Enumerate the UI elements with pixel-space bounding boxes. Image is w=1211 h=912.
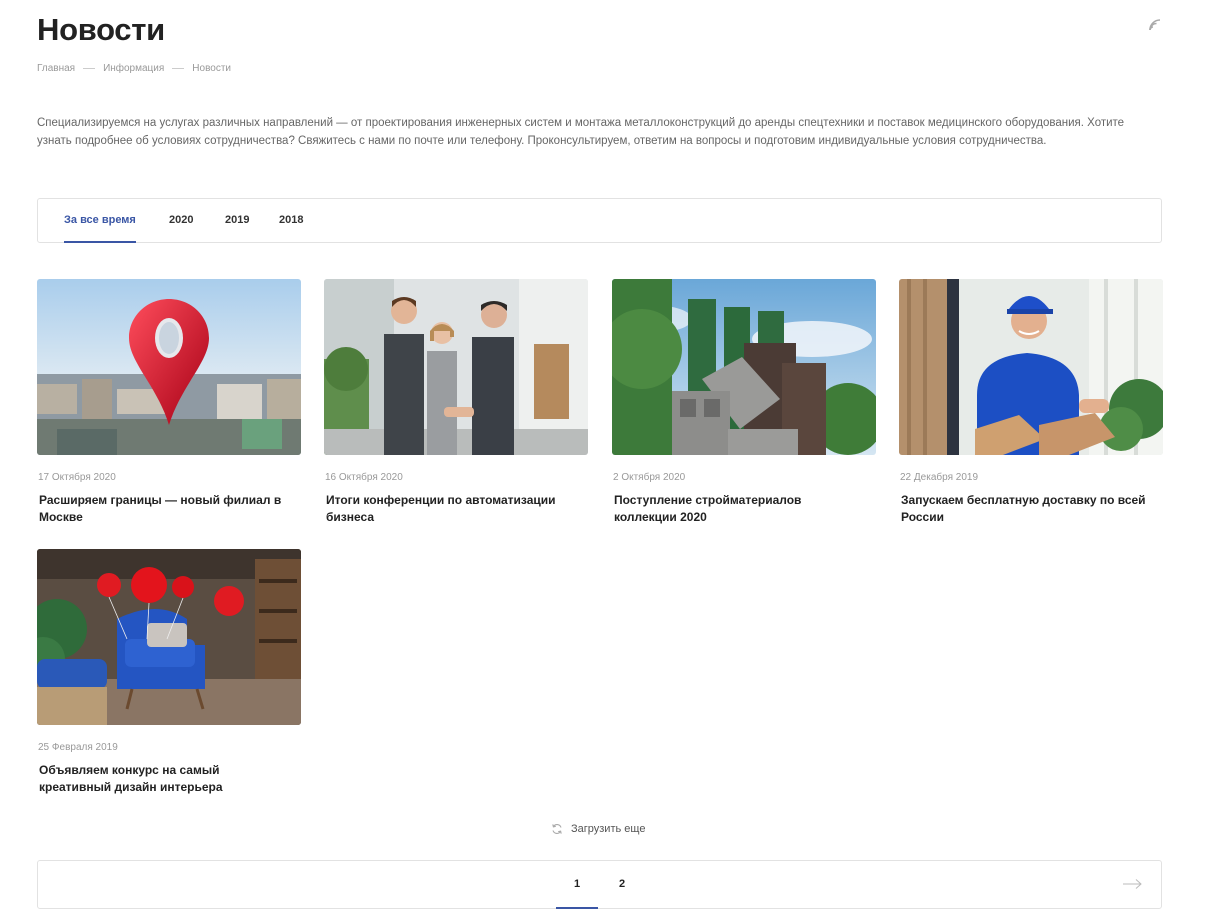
business-handshake-image[interactable] xyxy=(324,279,588,455)
refresh-icon xyxy=(552,824,562,834)
page-title: Новости xyxy=(37,12,165,47)
rss-icon[interactable] xyxy=(1147,17,1163,33)
news-date: 2 Октября 2020 xyxy=(613,472,686,483)
news-title[interactable]: Итоги конференции по автоматизации бизне… xyxy=(324,492,574,526)
building-materials-image[interactable] xyxy=(612,279,876,455)
page-2[interactable]: 2 xyxy=(601,861,643,909)
year-filter-tabs: За все время 2020 2019 2018 xyxy=(37,198,1162,243)
page-1[interactable]: 1 xyxy=(556,861,598,909)
news-card[interactable]: 25 Февраля 2019 Объявляем конкурс на сам… xyxy=(37,549,301,796)
news-title[interactable]: Расширяем границы — новый филиал в Москв… xyxy=(37,492,287,526)
news-title[interactable]: Объявляем конкурс на самый креативный ди… xyxy=(37,762,287,796)
breadcrumb-home[interactable]: Главная xyxy=(37,63,75,74)
news-date: 25 Февраля 2019 xyxy=(38,742,118,753)
tab-2019[interactable]: 2019 xyxy=(225,199,249,243)
news-date: 16 Октября 2020 xyxy=(325,472,403,483)
tab-2020[interactable]: 2020 xyxy=(169,199,193,243)
tab-2018[interactable]: 2018 xyxy=(279,199,303,243)
news-date: 17 Октября 2020 xyxy=(38,472,116,483)
news-date: 22 Декабря 2019 xyxy=(900,472,979,483)
news-title[interactable]: Поступление стройматериалов коллекции 20… xyxy=(612,492,862,526)
pagination: 1 2 xyxy=(37,860,1162,909)
news-card[interactable]: 2 Октября 2020 Поступление стройматериал… xyxy=(612,279,876,526)
load-more-label: Загрузить еще xyxy=(571,823,646,835)
news-card[interactable]: 22 Декабря 2019 Запускаем бесплатную дос… xyxy=(899,279,1163,526)
news-title[interactable]: Запускаем бесплатную доставку по всей Ро… xyxy=(899,492,1149,526)
blue-armchair-balloons-image[interactable] xyxy=(37,549,301,725)
news-card[interactable]: 17 Октября 2020 Расширяем границы — новы… xyxy=(37,279,301,526)
tab-all-time[interactable]: За все время xyxy=(64,199,136,243)
breadcrumb-current: Новости xyxy=(192,63,232,74)
news-card[interactable]: 16 Октября 2020 Итоги конференции по авт… xyxy=(324,279,588,526)
city-location-pin-image[interactable] xyxy=(37,279,301,455)
breadcrumb-separator xyxy=(83,68,96,69)
breadcrumb-information[interactable]: Информация xyxy=(103,63,164,74)
breadcrumb: Главная Информация Новости xyxy=(37,63,231,74)
arrow-right-icon[interactable] xyxy=(1123,878,1143,890)
courier-with-boxes-image[interactable] xyxy=(899,279,1163,455)
load-more-button[interactable]: Загрузить еще xyxy=(551,823,645,835)
intro-text: Специализируемся на услугах различных на… xyxy=(37,117,1125,147)
breadcrumb-separator xyxy=(172,68,185,69)
